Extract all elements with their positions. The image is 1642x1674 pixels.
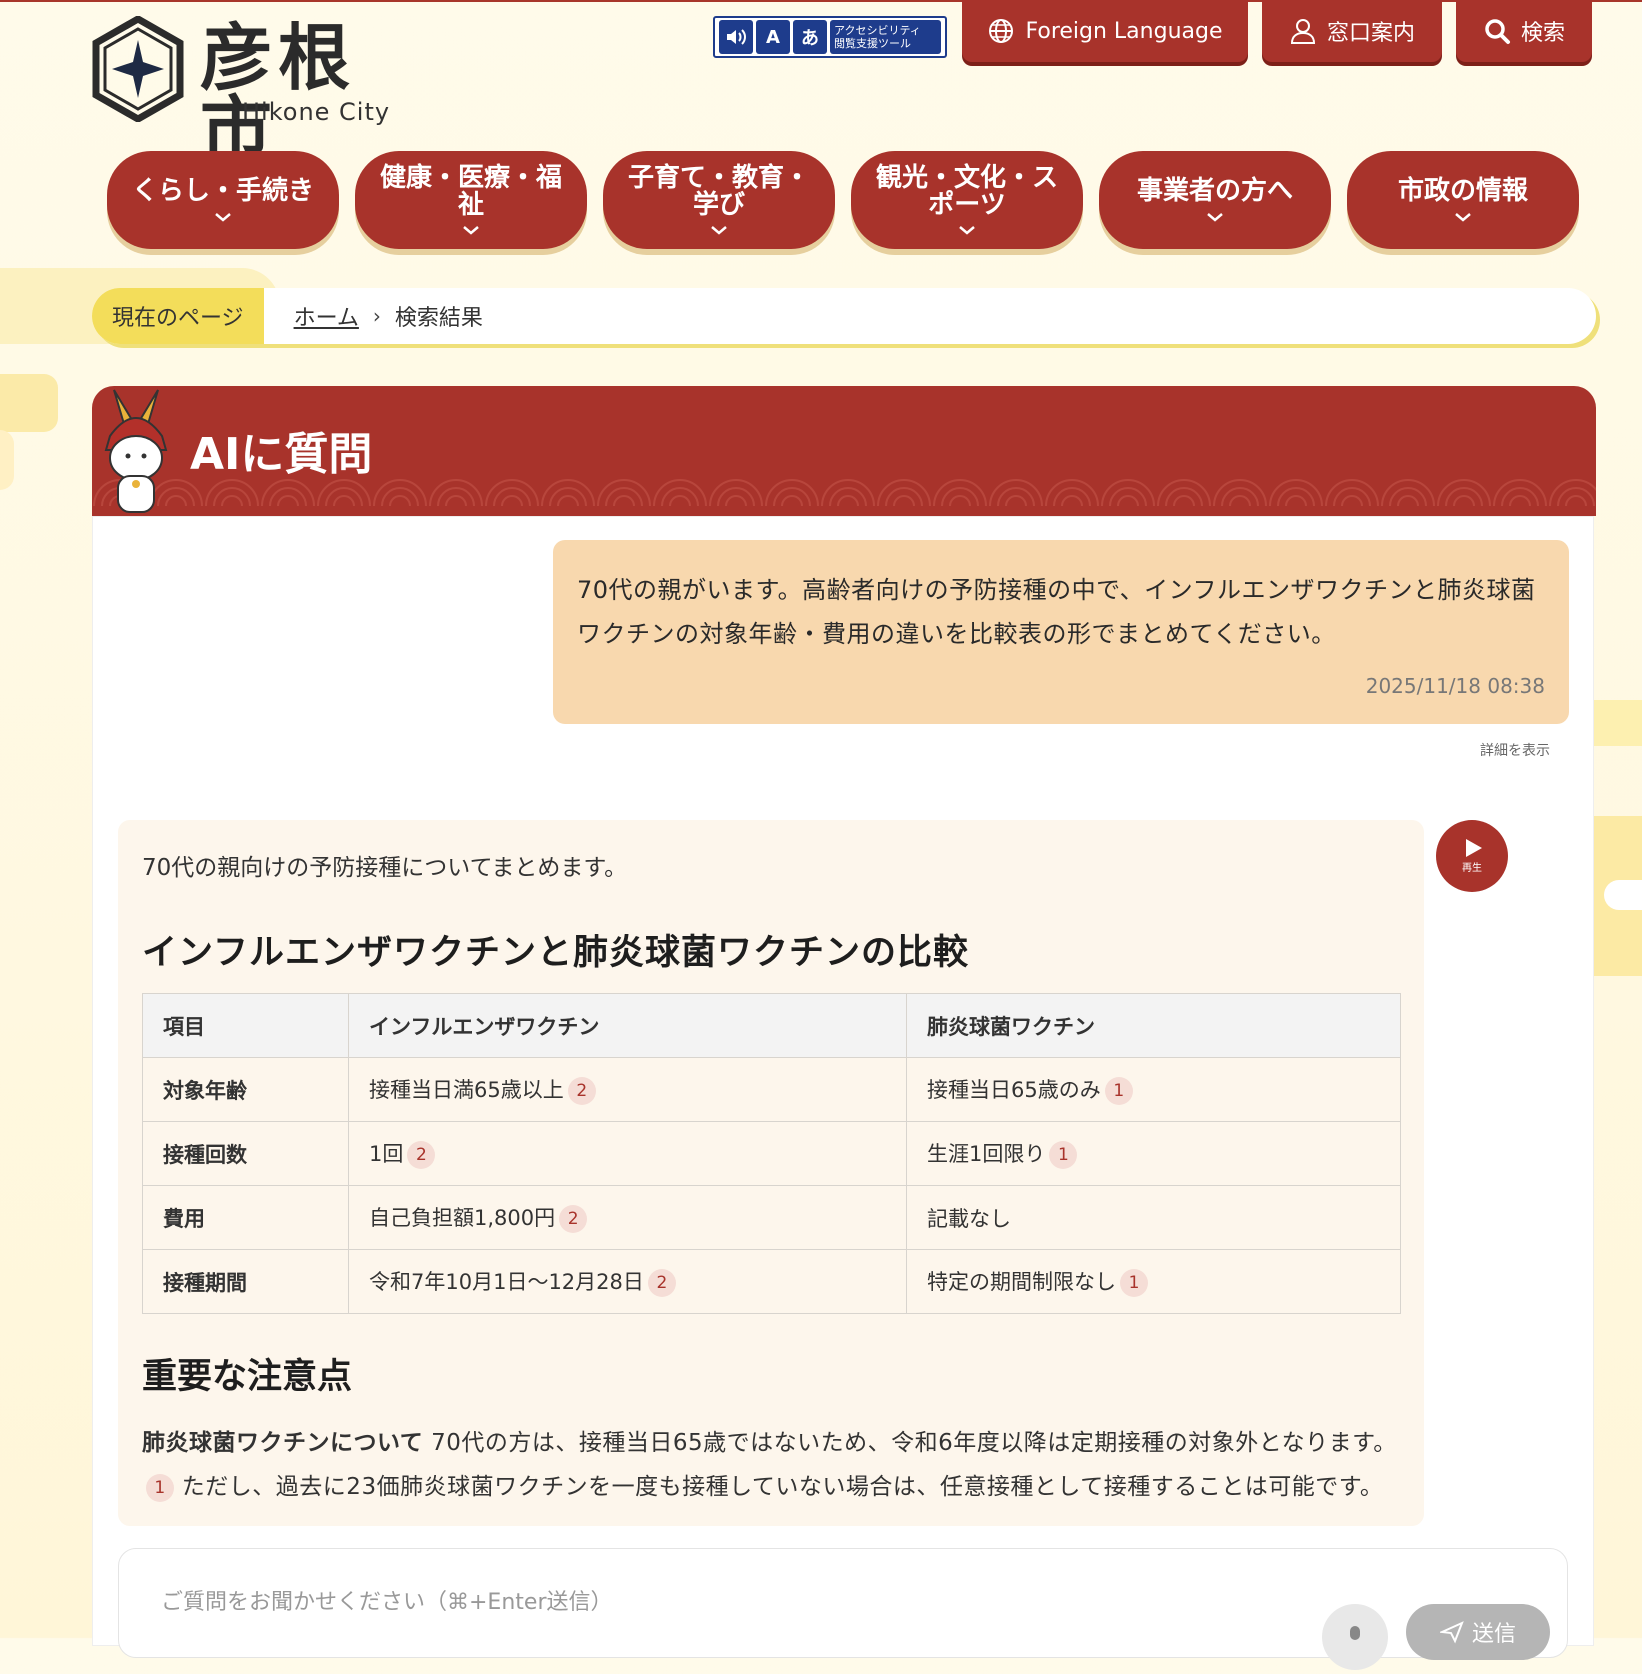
table-row: 接種回数 1回 2 生涯1回限り 1 [142,1121,1401,1186]
citation-badge[interactable]: 2 [559,1205,588,1233]
notes-paragraph: 肺炎球菌ワクチンについて 70代の方は、接種当日65歳ではないため、令和6年度以… [142,1430,1397,1502]
nav-childcare-education[interactable]: 子育て・教育・学び [603,151,835,249]
table-cell: 記載なし [906,1185,1401,1250]
play-audio-button[interactable]: 再生 [1436,820,1508,892]
nav-label: 子育て・教育・学び [627,162,810,220]
user-message-bubble: 70代の親がいます。高齢者向けの予防接種の中で、インフルエンザワクチンと肺炎球菌… [553,540,1569,724]
user-message-text: 70代の親がいます。高齢者向けの予防接種の中で、インフルエンザワクチンと肺炎球菌… [577,576,1536,648]
chevron-down-icon [1207,212,1223,222]
nav-label: 事業者の方へ [1136,176,1293,207]
nav-tourism-culture-sports[interactable]: 観光・文化・スポーツ [851,151,1083,249]
table-header-row: 項目 インフルエンザワクチン 肺炎球菌ワクチン [142,993,1401,1058]
play-icon [1466,838,1482,857]
table-cell: 特定の期間制限なし 1 [906,1249,1401,1314]
globe-icon [989,19,1014,43]
microphone-icon [1350,1626,1360,1640]
decorative-shape [1604,880,1642,910]
paper-plane-icon [1439,1621,1464,1644]
logo-text-jp: 彦根市 [200,16,357,172]
breadcrumb-separator: › [372,304,381,328]
citation-badge[interactable]: 1 [1049,1141,1078,1169]
show-details-link[interactable]: 詳細を表示 [1480,740,1550,760]
citation-badge[interactable]: 1 [146,1473,174,1502]
table-row: 費用 自己負担額1,800円 2 記載なし [142,1185,1401,1250]
table-cell: 接種当日満65歳以上 2 [348,1057,907,1122]
citation-badge[interactable]: 1 [1104,1077,1133,1105]
mascot-character-icon [104,389,168,513]
table-header-cell: インフルエンザワクチン [348,993,907,1058]
table-row: 対象年齢 接種当日満65歳以上 2 接種当日65歳のみ 1 [142,1057,1401,1122]
answer-intro: 70代の親向けの予防接種についてまとめます。 [142,855,628,881]
breadcrumb-home-link[interactable]: ホーム [294,300,359,332]
text-size-icon: A [756,20,790,54]
logo-text-en: Hikone City [242,98,391,126]
table-header-cell: 項目 [142,993,349,1058]
question-input[interactable] [159,1589,1063,1616]
row-header-cell: 接種回数 [142,1121,349,1186]
chevron-down-icon [463,226,479,235]
ai-panel-title: AIに質問 [190,429,373,480]
send-label: 送信 [1471,1622,1516,1647]
ai-panel-header: AIに質問 [92,386,1596,516]
table-cell: 生涯1回限り 1 [906,1121,1401,1186]
search-button[interactable]: 検索 [1456,0,1592,62]
citation-badge[interactable]: 2 [567,1077,596,1105]
table-cell: 令和7年10月1日〜12月28日 2 [348,1249,907,1314]
office-guide-button[interactable]: 窓口案内 [1262,0,1442,62]
nav-label: 健康・医療・福祉 [379,162,562,220]
accessibility-tool-label: アクセシビリティ 閲覧支援ツール [830,20,941,54]
citation-badge[interactable]: 2 [407,1141,436,1169]
nav-living-procedures[interactable]: くらし・手続き [107,151,339,249]
nav-city-administration[interactable]: 市政の情報 [1347,151,1579,249]
chevron-down-icon [1455,212,1471,222]
answer-heading: インフルエンザワクチンと肺炎球菌ワクチンの比較 [142,933,969,973]
nav-business[interactable]: 事業者の方へ [1099,151,1331,249]
search-icon [1485,19,1510,44]
row-header-cell: 対象年齢 [142,1057,349,1122]
nav-label: 観光・文化・スポーツ [875,162,1058,220]
chevron-down-icon [959,226,975,235]
comparison-table: 項目 インフルエンザワクチン 肺炎球菌ワクチン 対象年齢 接種当日満65歳以上 2… [142,993,1401,1314]
person-icon [1290,19,1315,44]
row-header-cell: 接種期間 [142,1249,349,1314]
nav-label: くらし・手続き [131,176,314,207]
speaker-icon [719,20,753,54]
citation-badge[interactable]: 2 [647,1269,676,1297]
accessibility-tool-button[interactable]: A あ アクセシビリティ 閲覧支援ツール [713,16,947,58]
notes-bold-lead: 肺炎球菌ワクチンについて [142,1430,424,1456]
send-button[interactable]: 送信 [1406,1604,1550,1660]
table-cell: 接種当日65歳のみ 1 [906,1057,1401,1122]
ruby-kana-icon: あ [793,20,827,54]
decorative-shape [0,430,14,490]
table-row: 接種期間 令和7年10月1日〜12月28日 2 特定の期間制限なし 1 [142,1249,1401,1314]
site-logo[interactable]: 彦根市 Hikone City [92,16,422,166]
play-label: 再生 [1462,862,1482,874]
table-cell: 1回 2 [348,1121,907,1186]
table-header-cell: 肺炎球菌ワクチン [906,993,1401,1058]
decorative-shape [0,374,58,432]
foreign-language-label: Foreign Language [1025,18,1223,44]
microphone-button[interactable] [1322,1604,1388,1670]
breadcrumb: 現在のページ ホーム › 検索結果 [92,288,1596,344]
nav-label: 市政の情報 [1397,176,1528,207]
nav-health-medical-welfare[interactable]: 健康・医療・福祉 [355,151,587,249]
message-timestamp: 2025/11/18 08:38 [1365,674,1545,698]
office-guide-label: 窓口案内 [1326,21,1415,46]
city-emblem-icon [92,16,184,122]
search-label: 検索 [1520,21,1565,46]
chevron-down-icon [711,226,727,235]
citation-badge[interactable]: 1 [1120,1269,1148,1297]
ai-answer-panel: 70代の親向けの予防接種についてまとめます。 インフルエンザワクチンと肺炎球菌ワ… [118,820,1424,1526]
chevron-down-icon [215,212,231,222]
notes-heading: 重要な注意点 [142,1357,353,1397]
foreign-language-button[interactable]: Foreign Language [962,0,1248,62]
breadcrumb-label: 現在のページ [92,288,264,344]
row-header-cell: 費用 [142,1185,349,1250]
breadcrumb-current: 検索結果 [394,306,483,331]
decorative-shape [1594,700,1642,746]
table-cell: 自己負担額1,800円 2 [348,1185,907,1250]
